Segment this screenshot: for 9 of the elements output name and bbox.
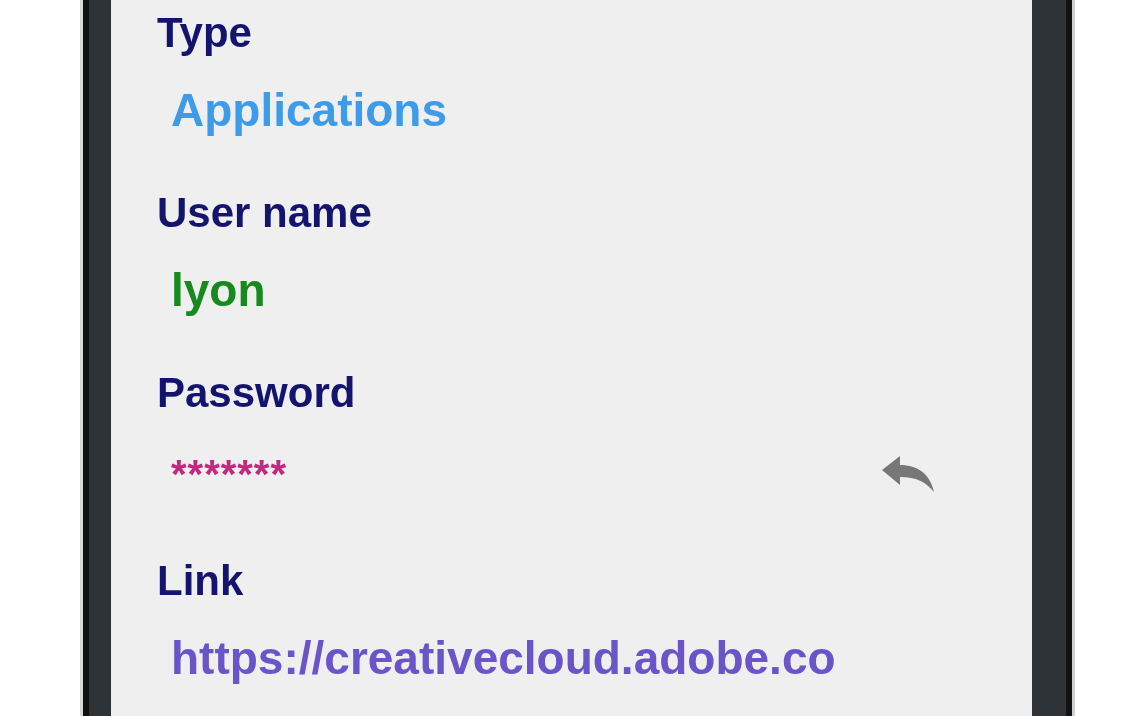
reply-arrow-icon[interactable]: [880, 454, 936, 494]
field-value: https://creativecloud.adobe.co: [171, 631, 836, 686]
field-label: Type: [156, 8, 253, 58]
field-label: User name: [156, 188, 373, 238]
field-value: Applications: [171, 83, 448, 138]
field-label: Link: [156, 556, 245, 606]
field-label: Password: [156, 368, 357, 418]
field-value: lyon: [171, 263, 266, 318]
password-value: *******: [171, 451, 287, 498]
